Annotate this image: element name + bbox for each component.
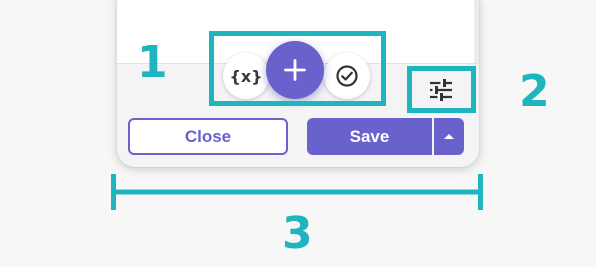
close-button[interactable]: Close bbox=[128, 118, 288, 155]
annotation-label-1: 1 bbox=[137, 37, 168, 88]
close-button-label: Close bbox=[184, 126, 232, 146]
annotation-bracket-3 bbox=[111, 174, 483, 210]
save-options-button[interactable] bbox=[434, 118, 464, 155]
panel-scrollbar[interactable] bbox=[474, 0, 479, 63]
save-button[interactable]: Save bbox=[307, 118, 432, 155]
save-button-label: Save bbox=[349, 126, 390, 146]
annotation-label-2: 2 bbox=[519, 66, 550, 117]
annotation-box-1 bbox=[209, 31, 386, 106]
annotation-box-2 bbox=[407, 66, 476, 113]
annotation-label-3: 3 bbox=[282, 208, 313, 259]
caret-up-icon bbox=[444, 134, 454, 139]
